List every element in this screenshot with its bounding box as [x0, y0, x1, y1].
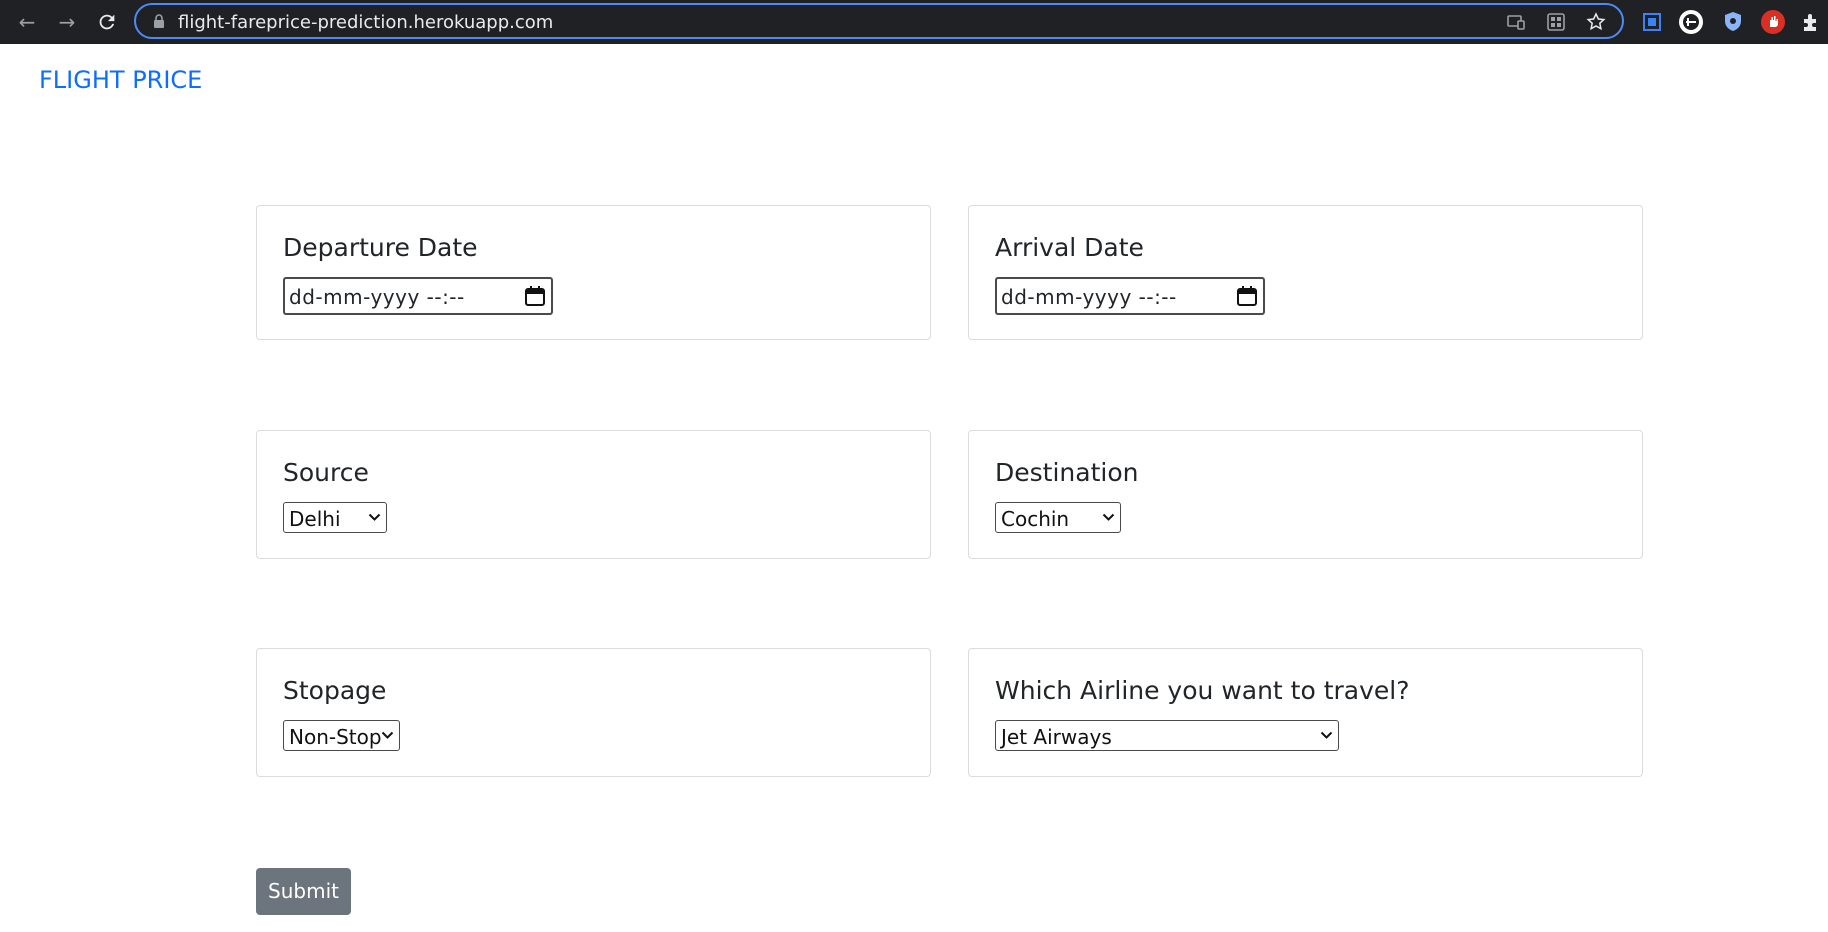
stopage-card: Stopage Non-Stop [256, 648, 931, 777]
stopage-select[interactable]: Non-Stop [283, 720, 400, 751]
departure-date-placeholder: dd-mm-yyyy --:-- [289, 285, 465, 309]
address-bar[interactable]: flight-fareprice-prediction.herokuapp.co… [134, 3, 1624, 39]
stop-hand-extension-icon[interactable] [1760, 9, 1786, 35]
departure-date-input[interactable]: dd-mm-yyyy --:-- [283, 277, 553, 315]
puzzle-extensions-icon[interactable] [1798, 9, 1824, 35]
arrival-date-label: Arrival Date [995, 233, 1144, 262]
arrival-date-input[interactable]: dd-mm-yyyy --:-- [995, 277, 1265, 315]
qr-code-icon[interactable] [1546, 12, 1566, 32]
submit-button[interactable]: Submit [256, 868, 351, 915]
lock-icon[interactable] [152, 14, 166, 28]
destination-selected-value: Cochin [1001, 507, 1070, 531]
airline-label: Which Airline you want to travel? [995, 676, 1410, 705]
reload-icon[interactable] [96, 11, 118, 33]
chevron-down-icon [1102, 513, 1115, 521]
destination-label: Destination [995, 458, 1139, 487]
screenshot-extension-icon[interactable] [1639, 9, 1665, 35]
url-text[interactable]: flight-fareprice-prediction.herokuapp.co… [178, 12, 553, 33]
forward-arrow-icon[interactable]: → [56, 11, 78, 33]
departure-date-label: Departure Date [283, 233, 478, 262]
extension-circle-icon[interactable] [1678, 9, 1704, 35]
chevron-down-icon [368, 513, 381, 521]
airline-select[interactable]: Jet Airways [995, 720, 1339, 751]
stopage-selected-value: Non-Stop [289, 725, 382, 749]
source-label: Source [283, 458, 369, 487]
airline-selected-value: Jet Airways [1001, 725, 1112, 749]
arrival-date-card: Arrival Date dd-mm-yyyy --:-- [968, 205, 1643, 340]
brand-link[interactable]: FLIGHT PRICE [39, 66, 202, 94]
arrival-date-placeholder: dd-mm-yyyy --:-- [1001, 285, 1177, 309]
airline-card: Which Airline you want to travel? Jet Ai… [968, 648, 1643, 777]
destination-select[interactable]: Cochin [995, 502, 1121, 533]
destination-card: Destination Cochin [968, 430, 1643, 559]
stopage-label: Stopage [283, 676, 387, 705]
calendar-icon[interactable] [524, 285, 546, 307]
departure-date-card: Departure Date dd-mm-yyyy --:-- [256, 205, 931, 340]
source-selected-value: Delhi [289, 507, 341, 531]
shield-extension-icon[interactable] [1720, 9, 1746, 35]
source-select[interactable]: Delhi [283, 502, 387, 533]
calendar-icon[interactable] [1236, 285, 1258, 307]
cast-icon[interactable] [1506, 12, 1526, 32]
source-card: Source Delhi [256, 430, 931, 559]
chevron-down-icon [1320, 731, 1333, 739]
browser-toolbar: ← → flight-fareprice-prediction.herokuap… [0, 0, 1828, 44]
star-bookmark-icon[interactable] [1586, 12, 1606, 32]
chevron-down-icon [381, 731, 394, 739]
back-arrow-icon[interactable]: ← [16, 11, 38, 33]
